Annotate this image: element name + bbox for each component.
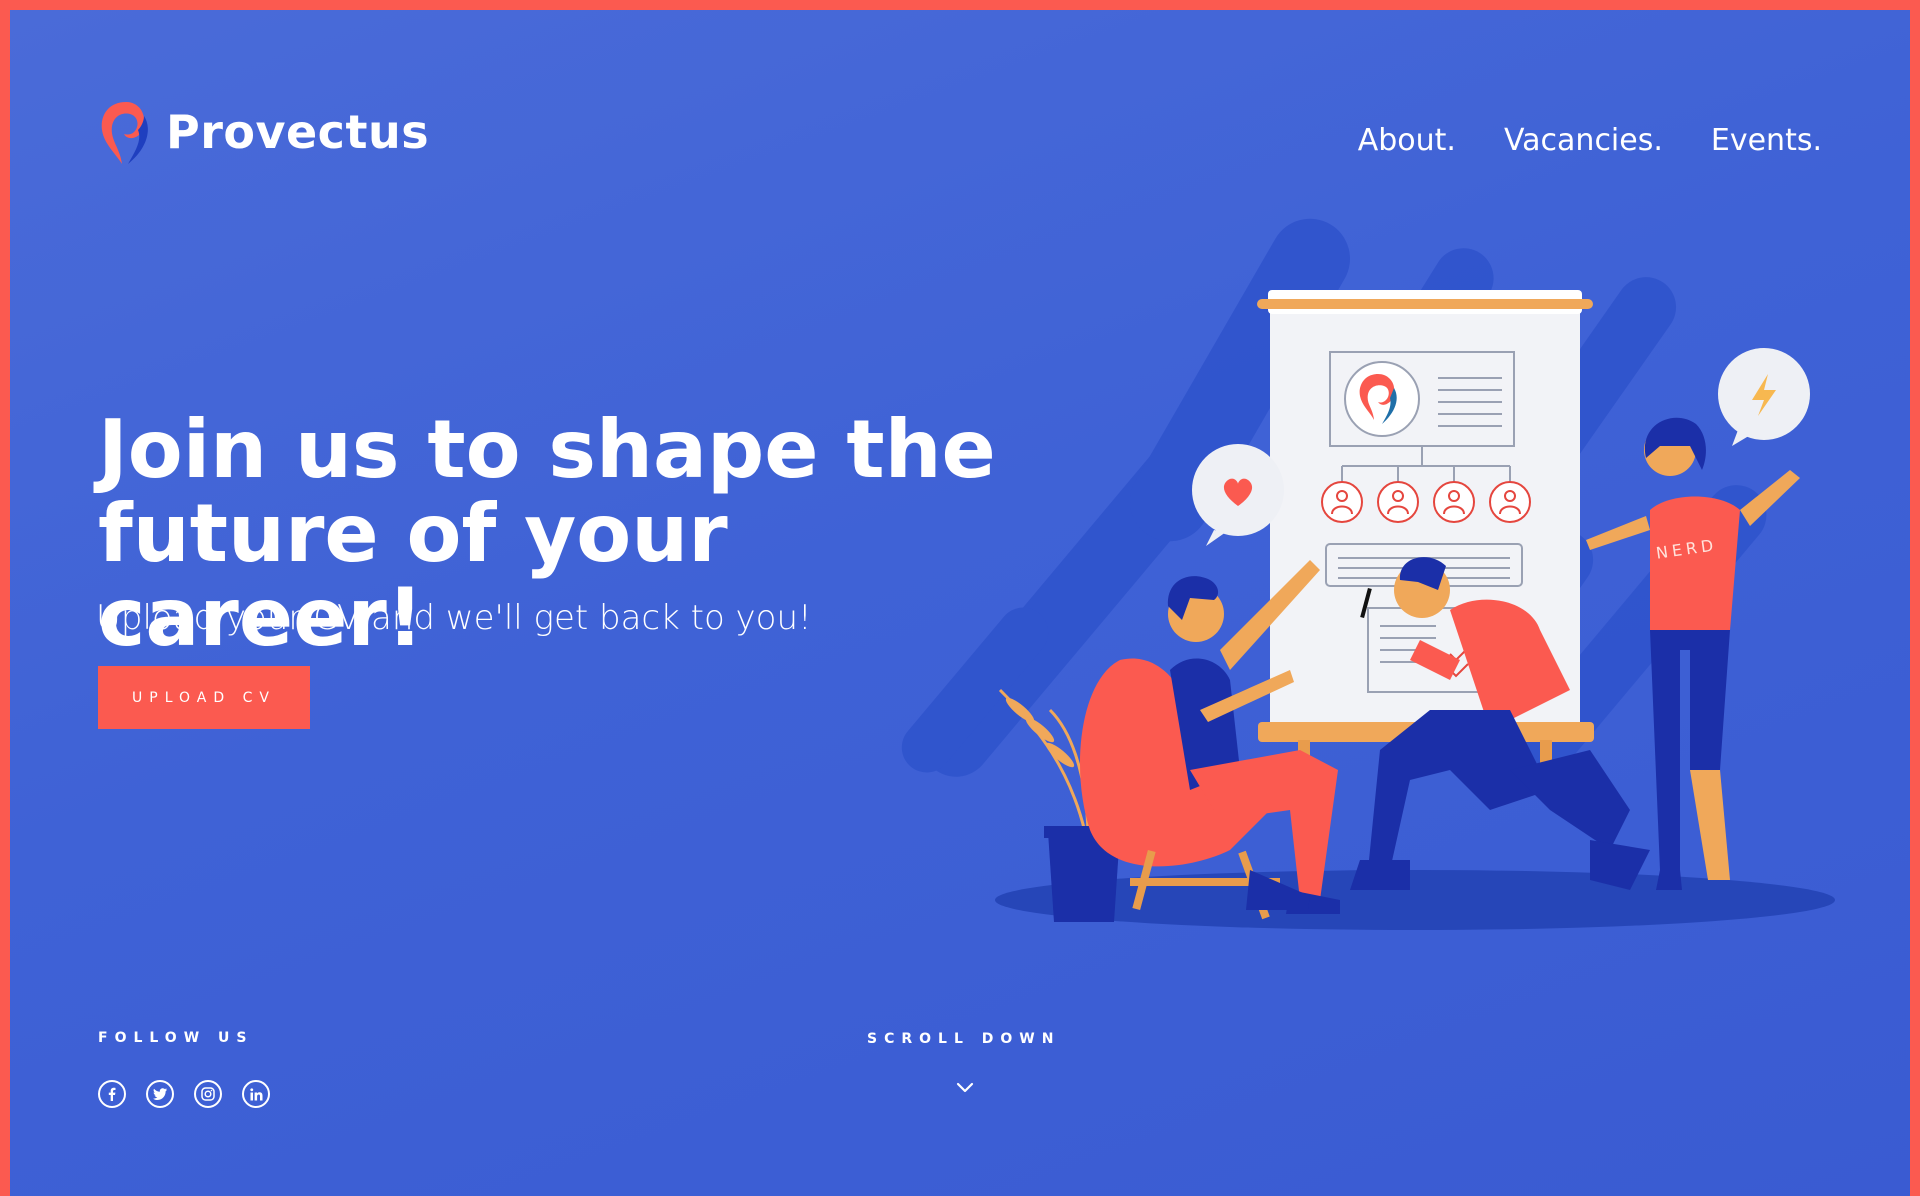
linkedin-icon[interactable] bbox=[242, 1080, 270, 1108]
main-nav: About. Vacancies. Events. bbox=[1358, 123, 1822, 158]
instagram-icon[interactable] bbox=[194, 1080, 222, 1108]
nav-vacancies[interactable]: Vacancies. bbox=[1504, 123, 1663, 158]
nav-events[interactable]: Events. bbox=[1711, 123, 1822, 158]
brand-logo[interactable]: Provectus bbox=[98, 98, 429, 166]
brand-name: Provectus bbox=[166, 105, 430, 159]
chevron-down-icon[interactable] bbox=[954, 1080, 976, 1096]
facebook-icon[interactable] bbox=[98, 1080, 126, 1108]
social-links bbox=[98, 1080, 270, 1108]
hero-title-line-1: Join us to shape the bbox=[98, 403, 996, 496]
provectus-logo-icon bbox=[101, 102, 148, 164]
follow-us-label: FOLLOW US bbox=[98, 1030, 254, 1046]
twitter-icon[interactable] bbox=[146, 1080, 174, 1108]
upload-cv-button[interactable]: UPLOAD CV bbox=[98, 666, 310, 729]
scroll-down-label: SCROLL DOWN bbox=[867, 1031, 1061, 1047]
lightning-bubble bbox=[1718, 348, 1810, 446]
hero-subtitle: Upload your CV and we'll get back to you… bbox=[96, 598, 812, 638]
team-illustration: NERD bbox=[901, 218, 1835, 930]
nav-about[interactable]: About. bbox=[1358, 123, 1456, 158]
hero-section: Provectus About. Vacancies. Events. Join… bbox=[10, 10, 1910, 1196]
